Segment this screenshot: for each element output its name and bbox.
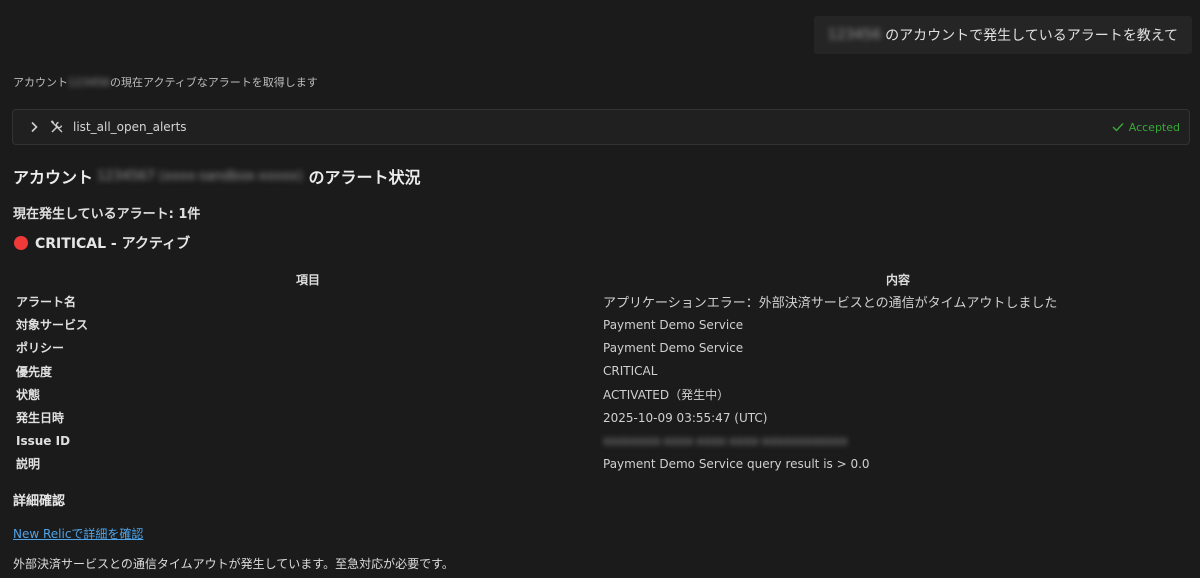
footer-message: 外部決済サービスとの通信タイムアウトが発生しています。至急対応が必要です。 [13, 557, 454, 571]
table-row: 発生日時 2025-10-09 03:55:47 (UTC) [13, 406, 1193, 429]
heading-suffix: のアラート状況 [308, 168, 421, 187]
alert-count: 現在発生しているアラート: 1件 [13, 207, 201, 222]
chevron-right-icon[interactable] [21, 121, 47, 133]
row-key: 優先度 [16, 364, 53, 379]
row-value: CRITICAL [603, 364, 658, 379]
table-row: 説明 Payment Demo Service query result is … [13, 452, 1193, 475]
details-heading: 詳細確認 [13, 494, 66, 509]
row-key: 発生日時 [16, 411, 65, 426]
row-key: アラート名 [16, 295, 77, 310]
table-header-content: 内容 [885, 272, 910, 287]
redacted-issue-id: xxxxxxxx-xxxx-xxxx-xxxx-xxxxxxxxxxxx [603, 433, 848, 448]
row-value: ACTIVATED（発生中） [603, 387, 730, 402]
check-icon [1112, 123, 1124, 132]
status-prefix: アカウント [13, 76, 68, 89]
table-row: 対象サービス Payment Demo Service [13, 313, 1193, 336]
redacted-account-id: 123456 [827, 27, 882, 43]
row-key: ポリシー [16, 341, 65, 356]
redacted-account-name: 1234567 (xxxx-sandbox-xxxxx) [97, 168, 303, 184]
red-circle-icon [14, 236, 28, 250]
row-value: 2025-10-09 03:55:47 (UTC) [603, 410, 768, 425]
status-suffix: の現在アクティブなアラートを取得します [110, 76, 318, 89]
table-row: 優先度 CRITICAL [13, 360, 1193, 383]
chat-page: 123456 のアカウントで発生しているアラートを教えて アカウント123456… [0, 0, 1200, 578]
row-key: 対象サービス [16, 318, 89, 333]
row-key: 説明 [16, 457, 41, 472]
row-value: Payment Demo Service [603, 340, 744, 355]
row-key: 状態 [16, 387, 41, 402]
assistant-status-line: アカウント123456の現在アクティブなアラートを取得します [13, 74, 318, 90]
table-row: アラート名 アプリケーションエラー：外部決済サービスとの通信がタイムアウトしまし… [13, 290, 1193, 313]
severity-heading: CRITICAL - アクティブ [14, 233, 190, 253]
new-relic-details-link[interactable]: New Relicで詳細を確認 [13, 525, 143, 542]
row-value: アプリケーションエラー：外部決済サービスとの通信がタイムアウトしました [603, 296, 1058, 312]
table-row: 状態 ACTIVATED（発生中） [13, 383, 1193, 406]
user-message-bubble: 123456 のアカウントで発生しているアラートを教えて [813, 16, 1192, 54]
tool-call-status: Accepted [1112, 121, 1180, 134]
table-header-item: 項目 [295, 272, 320, 287]
table-header-row: 項目 内容 [13, 268, 1193, 290]
redacted-account-id: 123456 [68, 76, 110, 89]
alert-detail-table: 項目 内容 アラート名 アプリケーションエラー：外部決済サービスとの通信がタイム… [13, 268, 1193, 476]
row-value: xxxxxxxx-xxxx-xxxx-xxxx-xxxxxxxxxxxx [603, 429, 1193, 452]
tool-call-row[interactable]: list_all_open_alerts Accepted [12, 109, 1190, 145]
user-message-text: のアカウントで発生しているアラートを教えて [885, 28, 1178, 44]
table-row: ポリシー Payment Demo Service [13, 336, 1193, 359]
row-value: Payment Demo Service query result is > 0… [603, 456, 870, 471]
row-value: Payment Demo Service [603, 317, 744, 332]
table-row: Issue ID xxxxxxxx-xxxx-xxxx-xxxx-xxxxxxx… [13, 429, 1193, 452]
accepted-label: Accepted [1128, 120, 1180, 134]
account-alert-heading: アカウント 1234567 (xxxx-sandbox-xxxxx) のアラート… [13, 164, 421, 188]
row-key: Issue ID [16, 433, 71, 448]
tools-icon [47, 120, 67, 134]
heading-prefix: アカウント [13, 168, 94, 187]
severity-heading-text: CRITICAL - アクティブ [35, 236, 191, 252]
tool-call-name: list_all_open_alerts [73, 120, 187, 134]
